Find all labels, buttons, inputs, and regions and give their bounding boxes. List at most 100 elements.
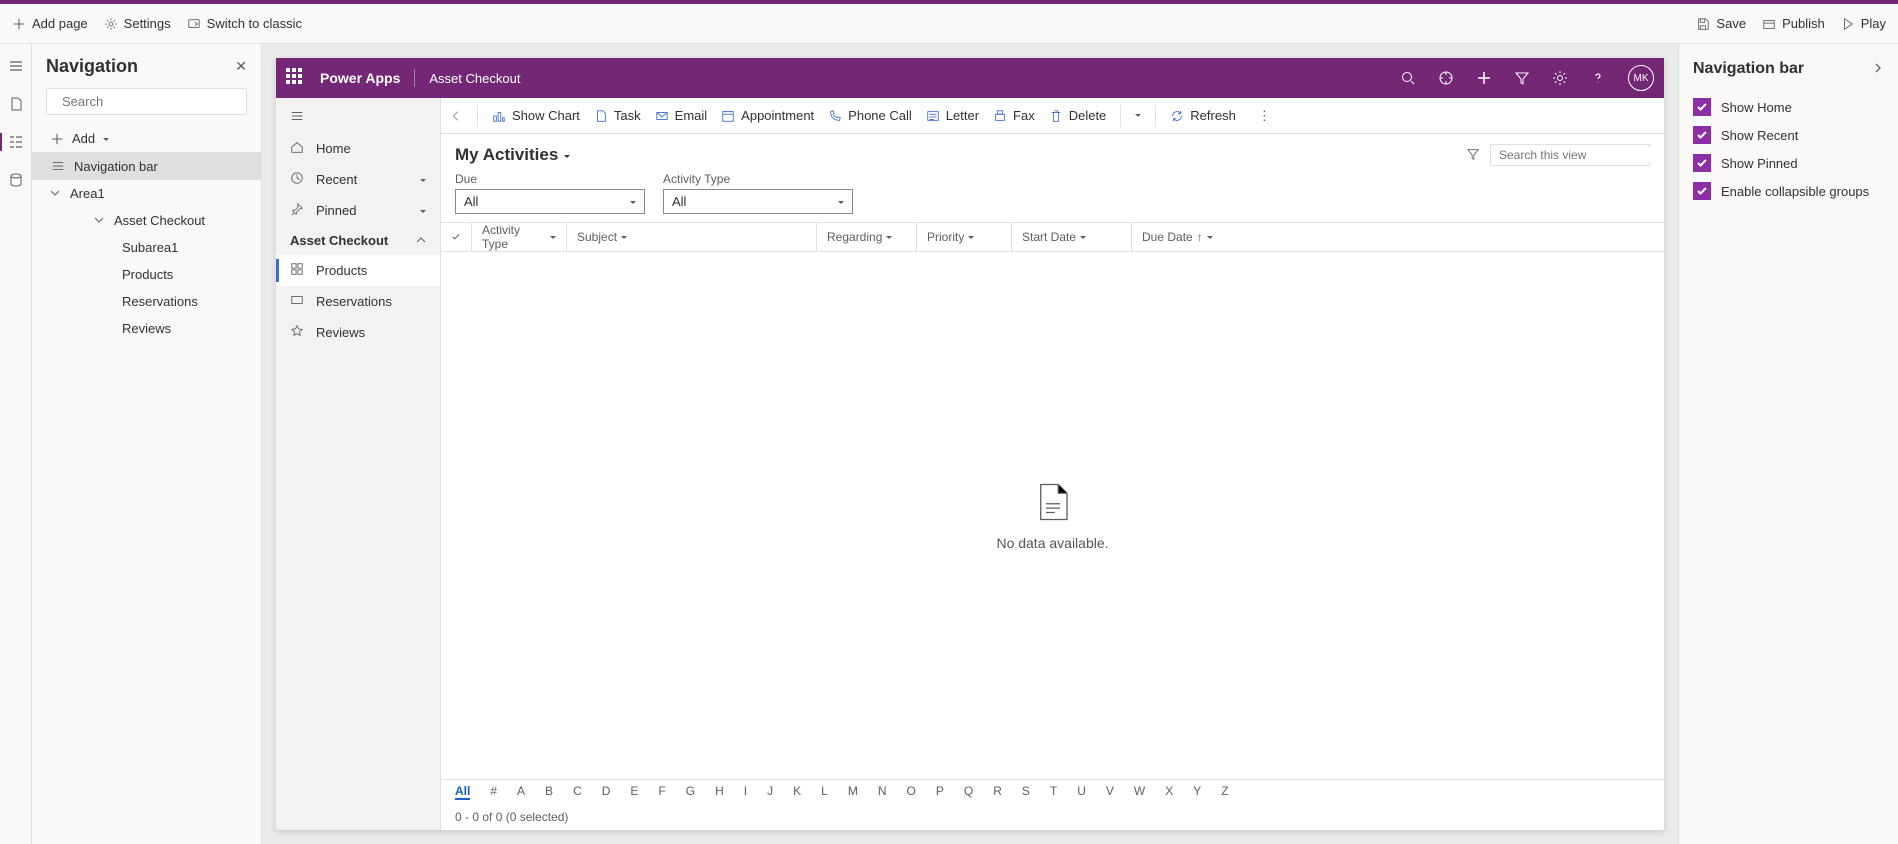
publish-button[interactable]: Publish (1762, 16, 1825, 31)
gear-icon[interactable] (1552, 70, 1568, 86)
nav-search-input[interactable] (62, 94, 238, 109)
alpha-f[interactable]: F (658, 784, 665, 800)
alpha-w[interactable]: W (1134, 784, 1145, 800)
tree-item-navigation-bar[interactable]: Navigation bar (32, 152, 261, 180)
alpha-r[interactable]: R (993, 784, 1002, 800)
alpha-y[interactable]: Y (1193, 784, 1201, 800)
alpha-g[interactable]: G (686, 784, 695, 800)
col-activity-type[interactable]: Activity Type (471, 223, 566, 251)
show-chart-button[interactable]: Show Chart (492, 108, 580, 123)
select-all-checkbox[interactable] (441, 223, 471, 251)
nav-search-box[interactable] (46, 88, 247, 115)
alpha-j[interactable]: J (767, 784, 773, 800)
delete-button[interactable]: Delete (1049, 108, 1107, 123)
rail-pages-icon[interactable] (6, 94, 26, 114)
sitemap-products[interactable]: Products (276, 255, 440, 286)
alpha-v[interactable]: V (1106, 784, 1114, 800)
alpha-o[interactable]: O (907, 784, 916, 800)
search-icon[interactable] (1400, 70, 1416, 86)
alpha-k[interactable]: K (793, 784, 801, 800)
rail-tree-icon[interactable] (6, 132, 26, 152)
sitemap-group-asset-checkout[interactable]: Asset Checkout (276, 226, 440, 255)
sitemap-reviews[interactable]: Reviews (276, 317, 440, 348)
sitemap: Home Recent Pinned Asset Checkout Produc… (276, 98, 441, 830)
tree-item-products[interactable]: Products (32, 261, 261, 288)
cmd-label: Phone Call (848, 108, 912, 123)
delete-split-button[interactable] (1135, 113, 1141, 119)
sitemap-pinned[interactable]: Pinned (276, 195, 440, 226)
checkbox-show-pinned[interactable]: Show Pinned (1693, 154, 1884, 172)
view-search-input[interactable] (1499, 148, 1654, 162)
checkbox-enable-collapsible[interactable]: Enable collapsible groups (1693, 182, 1884, 200)
overflow-button[interactable]: ⋮ (1258, 108, 1271, 124)
task-button[interactable]: Task (594, 108, 641, 123)
tree-item-subarea1[interactable]: Subarea1 (32, 234, 261, 261)
sitemap-reservations[interactable]: Reservations (276, 286, 440, 317)
settings-button[interactable]: Settings (104, 16, 171, 31)
alpha-a[interactable]: A (517, 784, 525, 800)
col-start-date[interactable]: Start Date (1011, 223, 1131, 251)
letter-button[interactable]: Letter (926, 108, 979, 123)
help-icon[interactable] (1590, 70, 1606, 86)
email-button[interactable]: Email (655, 108, 708, 123)
alpha-u[interactable]: U (1077, 784, 1086, 800)
alpha-#[interactable]: # (490, 784, 497, 800)
avatar[interactable]: MK (1628, 65, 1654, 91)
alpha-b[interactable]: B (545, 784, 553, 800)
property-panel-header: Navigation bar (1693, 54, 1884, 84)
filter-icon[interactable] (1466, 147, 1480, 164)
nav-panel-title: Navigation (46, 56, 138, 77)
due-filter-select[interactable]: All (455, 189, 645, 214)
tree-item-area1[interactable]: Area1 (32, 180, 261, 207)
tree-item-reviews[interactable]: Reviews (32, 315, 261, 342)
alpha-m[interactable]: M (848, 784, 858, 800)
rail-data-icon[interactable] (6, 170, 26, 190)
col-regarding[interactable]: Regarding (816, 223, 916, 251)
save-button[interactable]: Save (1696, 16, 1746, 31)
alpha-p[interactable]: P (936, 784, 944, 800)
alpha-c[interactable]: C (573, 784, 582, 800)
col-subject[interactable]: Subject (566, 223, 816, 251)
app-launcher-icon[interactable] (286, 68, 306, 88)
rail-hamburger[interactable] (6, 56, 26, 76)
chevron-right-icon[interactable] (1872, 62, 1884, 77)
switch-classic-button[interactable]: Switch to classic (187, 16, 302, 31)
sitemap-home[interactable]: Home (276, 133, 440, 164)
alpha-l[interactable]: L (821, 784, 828, 800)
alpha-h[interactable]: H (715, 784, 724, 800)
alpha-all[interactable]: All (455, 784, 470, 800)
alpha-z[interactable]: Z (1221, 784, 1228, 800)
fax-button[interactable]: Fax (993, 108, 1035, 123)
appointment-button[interactable]: Appointment (721, 108, 814, 123)
refresh-button[interactable]: Refresh (1170, 108, 1236, 123)
phone-call-button[interactable]: Phone Call (828, 108, 912, 123)
col-due-date[interactable]: Due Date↑ (1131, 223, 1251, 251)
col-priority[interactable]: Priority (916, 223, 1011, 251)
tree-item-asset-checkout[interactable]: Asset Checkout (32, 207, 261, 234)
checkbox-show-home[interactable]: Show Home (1693, 98, 1884, 116)
alpha-d[interactable]: D (602, 784, 611, 800)
view-search-box[interactable] (1490, 144, 1650, 166)
alpha-i[interactable]: I (744, 784, 747, 800)
filter-icon[interactable] (1514, 70, 1530, 86)
alpha-n[interactable]: N (878, 784, 887, 800)
sitemap-recent[interactable]: Recent (276, 164, 440, 195)
alpha-t[interactable]: T (1050, 784, 1057, 800)
close-icon[interactable]: ✕ (235, 58, 247, 75)
target-icon[interactable] (1438, 70, 1454, 86)
back-button[interactable] (449, 109, 463, 123)
alpha-e[interactable]: E (630, 784, 638, 800)
play-button[interactable]: Play (1841, 16, 1886, 31)
tree-item-reservations[interactable]: Reservations (32, 288, 261, 315)
checkbox-show-recent[interactable]: Show Recent (1693, 126, 1884, 144)
sitemap-hamburger[interactable] (276, 102, 440, 133)
sitemap-label: Recent (316, 172, 357, 187)
alpha-q[interactable]: Q (964, 784, 973, 800)
alpha-s[interactable]: S (1022, 784, 1030, 800)
plus-icon[interactable] (1476, 70, 1492, 86)
view-selector[interactable]: My Activities (455, 145, 570, 165)
activity-type-filter-select[interactable]: All (663, 189, 853, 214)
add-page-button[interactable]: Add page (12, 16, 88, 31)
alpha-x[interactable]: X (1165, 784, 1173, 800)
add-button[interactable]: Add (32, 125, 261, 152)
